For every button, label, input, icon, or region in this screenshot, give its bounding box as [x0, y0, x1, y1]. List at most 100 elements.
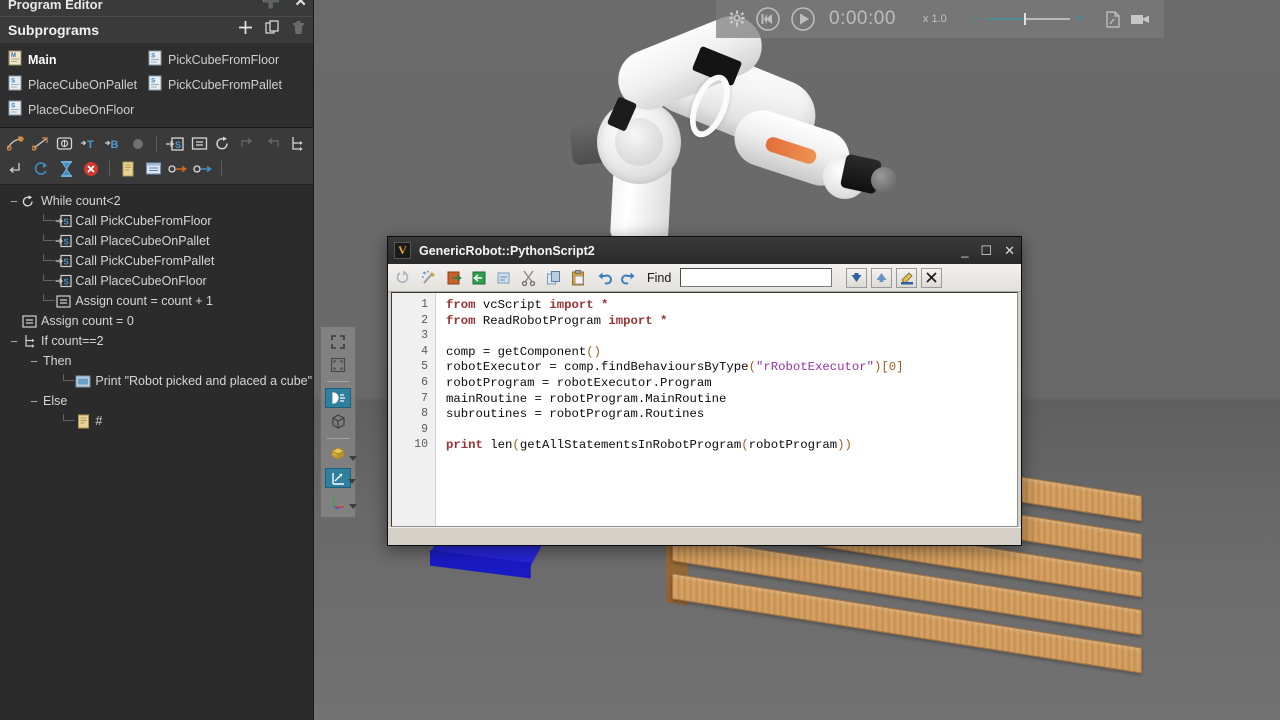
while-loop-icon[interactable] [214, 134, 234, 154]
arrow-down-icon[interactable] [846, 268, 867, 288]
export-icon[interactable] [468, 267, 489, 288]
svg-text:S: S [63, 258, 69, 267]
subprogram-item[interactable]: MMain [8, 50, 148, 69]
playback-toolbar[interactable]: 0:00:00 x 1.0 – + [716, 0, 1164, 38]
tree-row[interactable]: −While count<2 [8, 191, 313, 211]
to-tool-icon[interactable]: T [80, 134, 100, 154]
tree-row[interactable]: └─SCall PickCubeFromPallet [8, 251, 313, 271]
call-subprogram-icon[interactable]: S [165, 134, 185, 154]
code-token: print [446, 438, 490, 452]
tree-expander[interactable]: − [28, 354, 40, 369]
undo-icon[interactable] [593, 267, 614, 288]
tree-connector: └─ [40, 294, 54, 308]
speed-slider[interactable]: – + [972, 11, 1084, 27]
wait-signal-icon[interactable] [193, 159, 213, 179]
minimize-icon[interactable]: _ [961, 243, 968, 258]
tree-expander[interactable]: − [8, 194, 20, 209]
slider-minus[interactable]: – [972, 11, 981, 27]
dialog-titlebar[interactable]: V GenericRobot::PythonScript2 _ ☐ ✕ [388, 237, 1021, 264]
wireframe-box-icon[interactable] [325, 412, 351, 432]
lighting-icon[interactable] [325, 388, 351, 408]
slider-plus[interactable]: + [1075, 11, 1084, 27]
gear-icon[interactable] [728, 10, 746, 28]
arrow-up-icon[interactable] [871, 268, 892, 288]
halt-icon[interactable] [81, 159, 101, 179]
viewport-toolbar[interactable] [320, 326, 356, 518]
code-editor[interactable]: 12345678910 from vcScript import *from R… [391, 292, 1018, 527]
import-icon[interactable] [443, 267, 464, 288]
close-icon[interactable]: ✕ [294, 0, 307, 9]
tree-row[interactable]: −Else [8, 391, 313, 411]
coordinate-frame-icon[interactable] [325, 468, 351, 488]
tree-row[interactable]: └─Assign count = count + 1 [8, 291, 313, 311]
tree-row[interactable]: Assign count = 0 [8, 311, 313, 331]
redo-icon[interactable] [618, 267, 639, 288]
slider-track[interactable] [986, 18, 1070, 20]
print-icon[interactable] [143, 159, 163, 179]
subprograms-list[interactable]: MMainSPickCubeFromFloorSPlaceCubeOnPalle… [0, 43, 313, 128]
program-toolbar-row-2[interactable] [6, 156, 307, 181]
maximize-icon[interactable] [325, 332, 351, 352]
dialog-toolbar[interactable]: Find [388, 264, 1021, 292]
paste-icon[interactable] [568, 267, 589, 288]
pdf-export-icon[interactable] [1105, 11, 1121, 28]
comment-icon[interactable] [118, 159, 138, 179]
axis-display-icon[interactable] [325, 492, 351, 512]
tree-row[interactable]: └─Print "Robot picked and placed a cube" [8, 371, 313, 391]
chevron-down-icon[interactable] [349, 504, 357, 509]
chevron-down-icon[interactable] [348, 479, 356, 484]
plus-icon[interactable] [238, 20, 253, 40]
tree-row-label: Print "Robot picked and placed a cube" [95, 374, 312, 388]
subprogram-icon: S [148, 75, 162, 94]
program-tree[interactable]: −While count<2└─SCall PickCubeFromFloor└… [0, 185, 313, 431]
copy-icon[interactable] [543, 267, 564, 288]
tree-row[interactable]: └─SCall PickCubeFromFloor [8, 211, 313, 231]
pin-icon[interactable]: ➕ [262, 0, 281, 9]
toolbar-divider [156, 136, 157, 152]
tree-row[interactable]: └─SCall PlaceCubeOnPallet [8, 231, 313, 251]
fit-view-icon[interactable] [325, 356, 351, 376]
if-statement-icon[interactable] [287, 134, 307, 154]
highlight-marker-icon[interactable] [896, 268, 917, 288]
close-x-icon[interactable] [921, 268, 942, 288]
industrial-robot-arm[interactable] [555, 25, 895, 240]
program-toolbar[interactable]: T B S [0, 128, 313, 185]
program-toolbar-row-1[interactable]: T B S [6, 131, 307, 156]
python-script-dialog[interactable]: V GenericRobot::PythonScript2 _ ☐ ✕ [387, 236, 1022, 546]
set-signal-out-icon[interactable] [168, 159, 188, 179]
return-icon[interactable] [6, 159, 26, 179]
to-base-icon[interactable]: B [104, 134, 124, 154]
chevron-down-icon[interactable] [349, 456, 357, 461]
maximize-icon[interactable]: ☐ [980, 243, 992, 259]
tree-row[interactable]: −Then [8, 351, 313, 371]
tree-row[interactable]: └─SCall PlaceCubeOnFloor [8, 271, 313, 291]
rewind-icon[interactable] [755, 6, 781, 32]
tree-row[interactable]: −If count==2 [8, 331, 313, 351]
wand-icon[interactable] [418, 267, 439, 288]
wait-icon[interactable] [56, 159, 76, 179]
find-input[interactable] [680, 268, 832, 287]
motion-joint-icon[interactable] [31, 134, 51, 154]
render-mode-icon[interactable] [325, 445, 351, 465]
code-token: ( [512, 438, 519, 452]
play-icon[interactable] [790, 6, 816, 32]
subprogram-item[interactable]: SPickCubeFromFloor [148, 50, 305, 69]
assign-icon[interactable] [189, 134, 209, 154]
tree-expander[interactable]: − [8, 334, 20, 349]
slider-knob[interactable] [1024, 13, 1026, 25]
tree-expander[interactable]: − [28, 394, 40, 409]
subprogram-item[interactable]: SPlaceCubeOnFloor [8, 100, 148, 119]
new-file-icon[interactable] [493, 267, 514, 288]
copy-icon[interactable] [265, 20, 280, 40]
subprogram-item[interactable]: SPickCubeFromPallet [148, 75, 305, 94]
video-record-icon[interactable] [1130, 12, 1150, 26]
code-text-area[interactable]: from vcScript import *from ReadRobotProg… [436, 293, 1017, 526]
subprogram-item[interactable]: SPlaceCubeOnPallet [8, 75, 148, 94]
tree-row[interactable]: └─# [8, 411, 313, 431]
motion-linear-icon[interactable] [6, 134, 26, 154]
cut-icon[interactable] [518, 267, 539, 288]
line-number: 3 [392, 329, 435, 345]
close-icon[interactable]: ✕ [1004, 243, 1015, 259]
frame-icon[interactable] [55, 134, 75, 154]
refresh-icon[interactable] [31, 159, 51, 179]
